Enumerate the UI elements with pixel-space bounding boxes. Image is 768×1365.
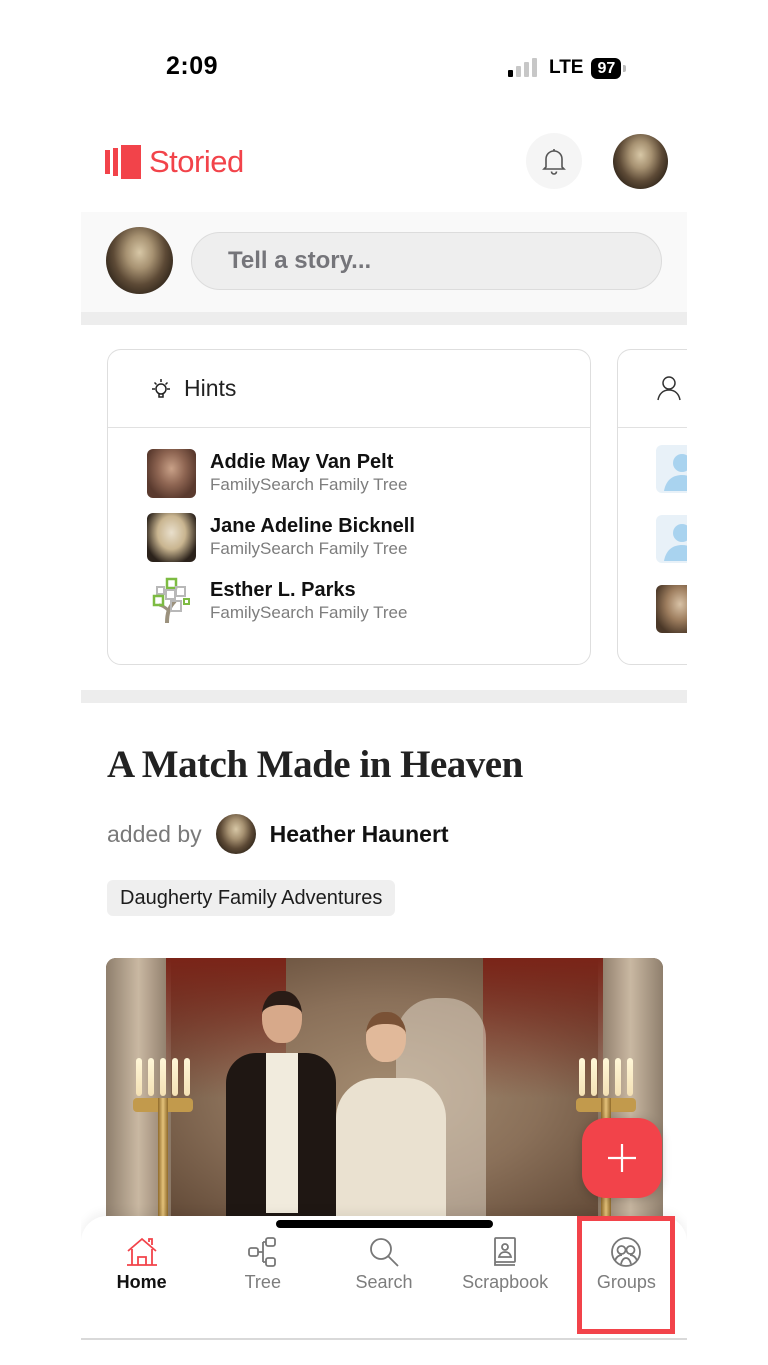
hints-list: Addie May Van Pelt FamilySearch Family T…: [108, 428, 590, 633]
nav-label: Home: [116, 1272, 167, 1292]
battery-icon: 97: [591, 57, 627, 79]
scrapbook-icon: [494, 1237, 517, 1266]
section-divider: [81, 312, 687, 325]
status-bar: 2:09 LTE 97: [0, 0, 768, 110]
storied-logo-icon: [105, 145, 141, 179]
status-time: 2:09: [166, 52, 219, 80]
hint-item[interactable]: Esther L. Parks FamilySearch Family Tree: [108, 569, 590, 633]
plus-icon: [608, 1144, 636, 1172]
bottom-nav: Home Tree Search Scrapbook Groups: [81, 1216, 687, 1340]
home-indicator[interactable]: [276, 1220, 493, 1228]
tell-a-story-input[interactable]: Tell a story...: [191, 232, 662, 290]
profile-avatar[interactable]: [613, 134, 668, 189]
hint-name: Addie May Van Pelt: [210, 451, 394, 473]
app-header: Storied: [81, 110, 687, 212]
people-card[interactable]: [617, 349, 687, 665]
cards-carousel[interactable]: Hints Addie May Van Pelt FamilySearch Fa…: [81, 325, 687, 690]
silhouette-icon: [656, 515, 687, 563]
add-button[interactable]: [582, 1118, 662, 1198]
story-attribution: added by Heather Haunert: [107, 814, 449, 854]
hint-item[interactable]: Jane Adeline Bicknell FamilySearch Famil…: [108, 505, 590, 569]
bottom-divider: [81, 1338, 687, 1340]
hint-name: Esther L. Parks: [210, 579, 356, 601]
status-indicators: LTE 97: [508, 57, 627, 79]
nav-groups[interactable]: Groups: [566, 1234, 687, 1293]
battery-level: 97: [591, 57, 622, 79]
author-avatar[interactable]: [215, 814, 256, 854]
hint-name: Jane Adeline Bicknell: [210, 515, 415, 537]
hint-portrait-photo: [147, 512, 196, 562]
person-icon: [657, 376, 681, 401]
hints-card[interactable]: Hints Addie May Van Pelt FamilySearch Fa…: [107, 349, 591, 665]
nav-home[interactable]: Home: [81, 1234, 202, 1293]
hint-source: FamilySearch Family Tree: [210, 475, 408, 494]
lightbulb-icon: [152, 378, 170, 398]
familysearch-tree-icon: [147, 577, 196, 626]
nav-label: Tree: [244, 1272, 281, 1292]
author-name[interactable]: Heather Haunert: [270, 821, 449, 848]
nav-search[interactable]: Search: [323, 1234, 444, 1293]
hints-title: Hints: [184, 375, 237, 401]
person-portrait-photo: [656, 585, 687, 633]
hint-source: FamilySearch Family Tree: [210, 539, 408, 558]
brand-name: Storied: [149, 144, 244, 179]
hint-portrait-photo: [147, 448, 196, 498]
tree-icon: [247, 1237, 276, 1267]
hint-source: FamilySearch Family Tree: [210, 603, 408, 622]
story-image[interactable]: [106, 958, 663, 1258]
brand-logo[interactable]: Storied: [105, 144, 244, 180]
added-by-label: added by: [107, 820, 202, 847]
story-title[interactable]: A Match Made in Heaven: [107, 742, 523, 787]
network-type: LTE: [549, 57, 584, 78]
people-card-header: [618, 350, 687, 428]
section-divider: [81, 690, 687, 703]
hint-item[interactable]: Addie May Van Pelt FamilySearch Family T…: [108, 441, 590, 505]
search-icon: [370, 1238, 399, 1267]
nav-label: Groups: [596, 1272, 656, 1292]
home-icon: [126, 1237, 157, 1266]
signal-icon: [508, 58, 537, 77]
notifications-button[interactable]: [526, 133, 582, 189]
groups-icon: [611, 1237, 642, 1267]
app-screen: Storied Tell a story... Hints Addie May …: [81, 110, 687, 1340]
nav-scrapbook[interactable]: Scrapbook: [445, 1234, 566, 1293]
nav-tree[interactable]: Tree: [202, 1234, 323, 1293]
hints-card-header: Hints: [108, 350, 590, 428]
story-composer: Tell a story...: [81, 212, 687, 312]
group-tag[interactable]: Daugherty Family Adventures: [107, 880, 396, 916]
silhouette-icon: [656, 445, 687, 493]
bell-icon: [542, 149, 566, 175]
nav-label: Scrapbook: [462, 1272, 549, 1292]
user-avatar: [106, 227, 173, 294]
nav-label: Search: [355, 1272, 413, 1292]
